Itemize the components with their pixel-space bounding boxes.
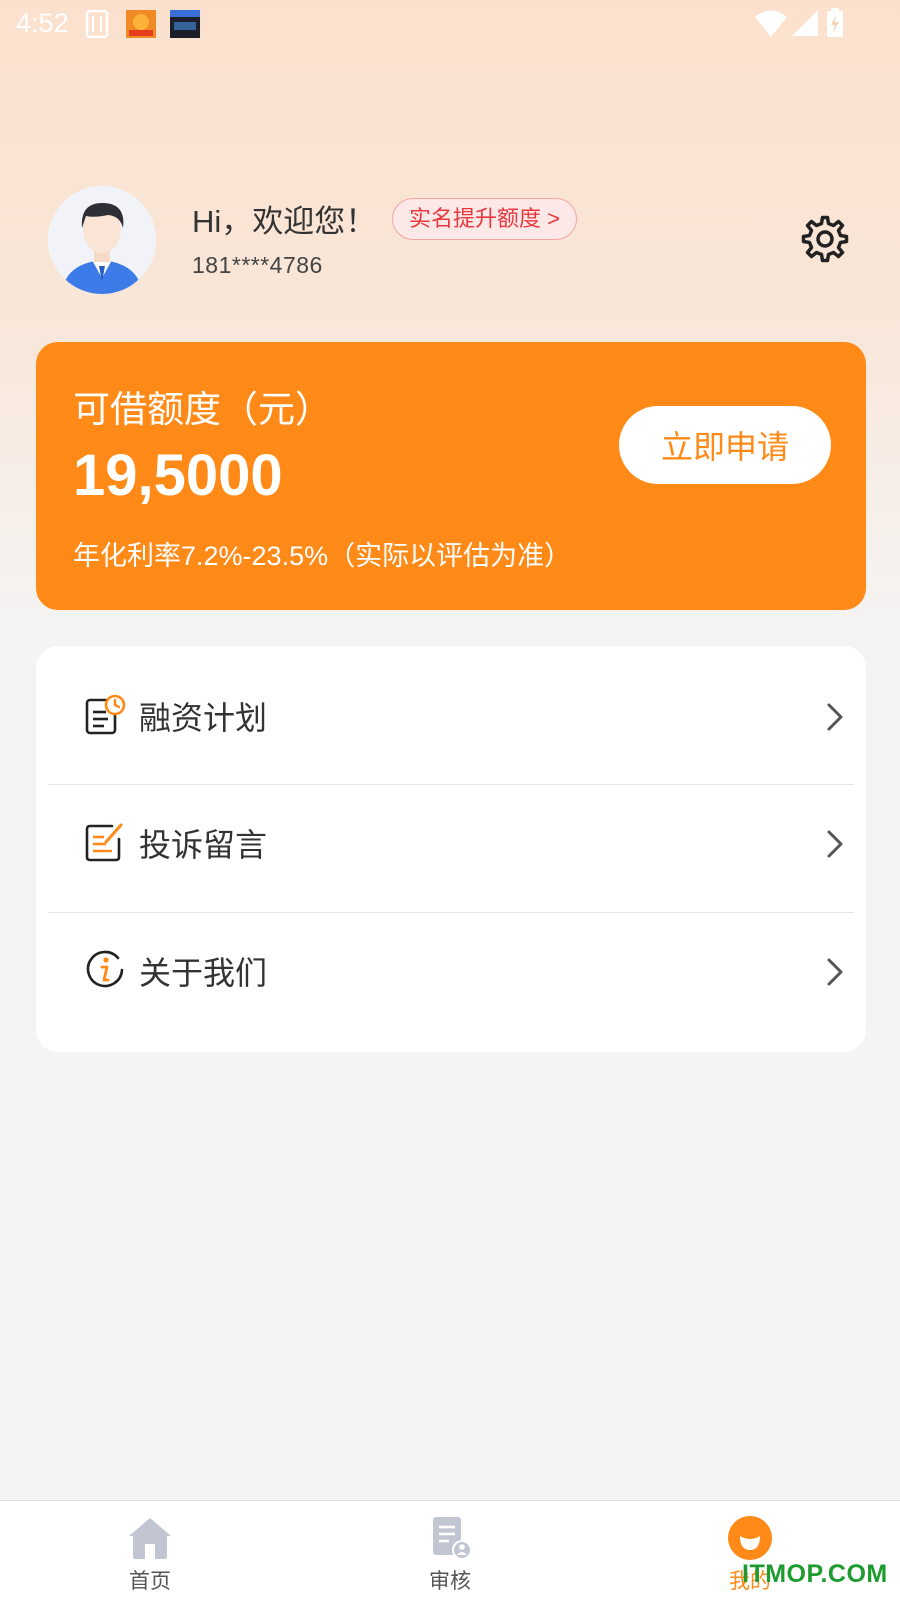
menu-item-complaint[interactable]: 投诉留言 (48, 777, 854, 904)
profile-icon (728, 1516, 772, 1560)
verify-upgrade-badge[interactable]: 实名提升额度 > (392, 198, 577, 240)
menu-card: 融资计划 投诉留言 关于我们 (36, 646, 866, 1052)
review-icon (433, 1517, 472, 1560)
menu-item-label: 投诉留言 (139, 827, 268, 863)
nav-label: 首页 (129, 1570, 171, 1593)
wifi-icon (755, 10, 787, 37)
nav-item-review[interactable]: 审核 (390, 1501, 510, 1600)
complaint-icon (85, 823, 123, 862)
avatar[interactable] (48, 186, 156, 294)
menu-item-finance-plan[interactable]: 融资计划 (48, 650, 854, 777)
settings-button[interactable] (800, 214, 850, 264)
home-icon (129, 1518, 171, 1559)
chevron-right-icon (827, 830, 843, 858)
info-icon (86, 950, 124, 988)
user-avatar-icon (48, 186, 156, 294)
gear-icon (801, 215, 849, 263)
chevron-right-icon (827, 958, 843, 986)
menu-item-label: 关于我们 (139, 955, 268, 991)
sim-card-icon (85, 10, 109, 38)
nav-item-home[interactable]: 首页 (90, 1501, 210, 1600)
cell-signal-icon (792, 10, 818, 36)
credit-limit-title: 可借额度（元） (73, 389, 332, 430)
watermark: ITMOP.COM (742, 1560, 888, 1588)
menu-item-label: 融资计划 (139, 700, 268, 736)
finance-plan-icon (85, 694, 126, 735)
nav-label: 审核 (429, 1570, 471, 1593)
apply-now-button[interactable]: 立即申请 (619, 406, 831, 484)
app-notification-icon (126, 10, 156, 38)
menu-item-about-us[interactable]: 关于我们 (48, 905, 854, 1032)
interest-rate-text: 年化利率7.2%-23.5%（实际以评估为准） (73, 541, 572, 571)
credit-limit-amount: 19,5000 (73, 443, 283, 508)
phone-number: 181****4786 (192, 252, 323, 278)
status-bar: 4:52 (0, 0, 900, 48)
status-time: 4:52 (16, 8, 69, 38)
battery-icon (827, 8, 843, 37)
greeting-text: Hi，欢迎您！ (192, 204, 377, 239)
screen: 4:52 Hi，欢迎您！ 实名提升额度 > 181****4786 可借额度（元… (0, 0, 900, 1600)
calendar-notification-icon (170, 10, 200, 38)
credit-limit-card: 可借额度（元） 19,5000 年化利率7.2%-23.5%（实际以评估为准） … (36, 342, 866, 610)
chevron-right-icon (827, 703, 843, 731)
